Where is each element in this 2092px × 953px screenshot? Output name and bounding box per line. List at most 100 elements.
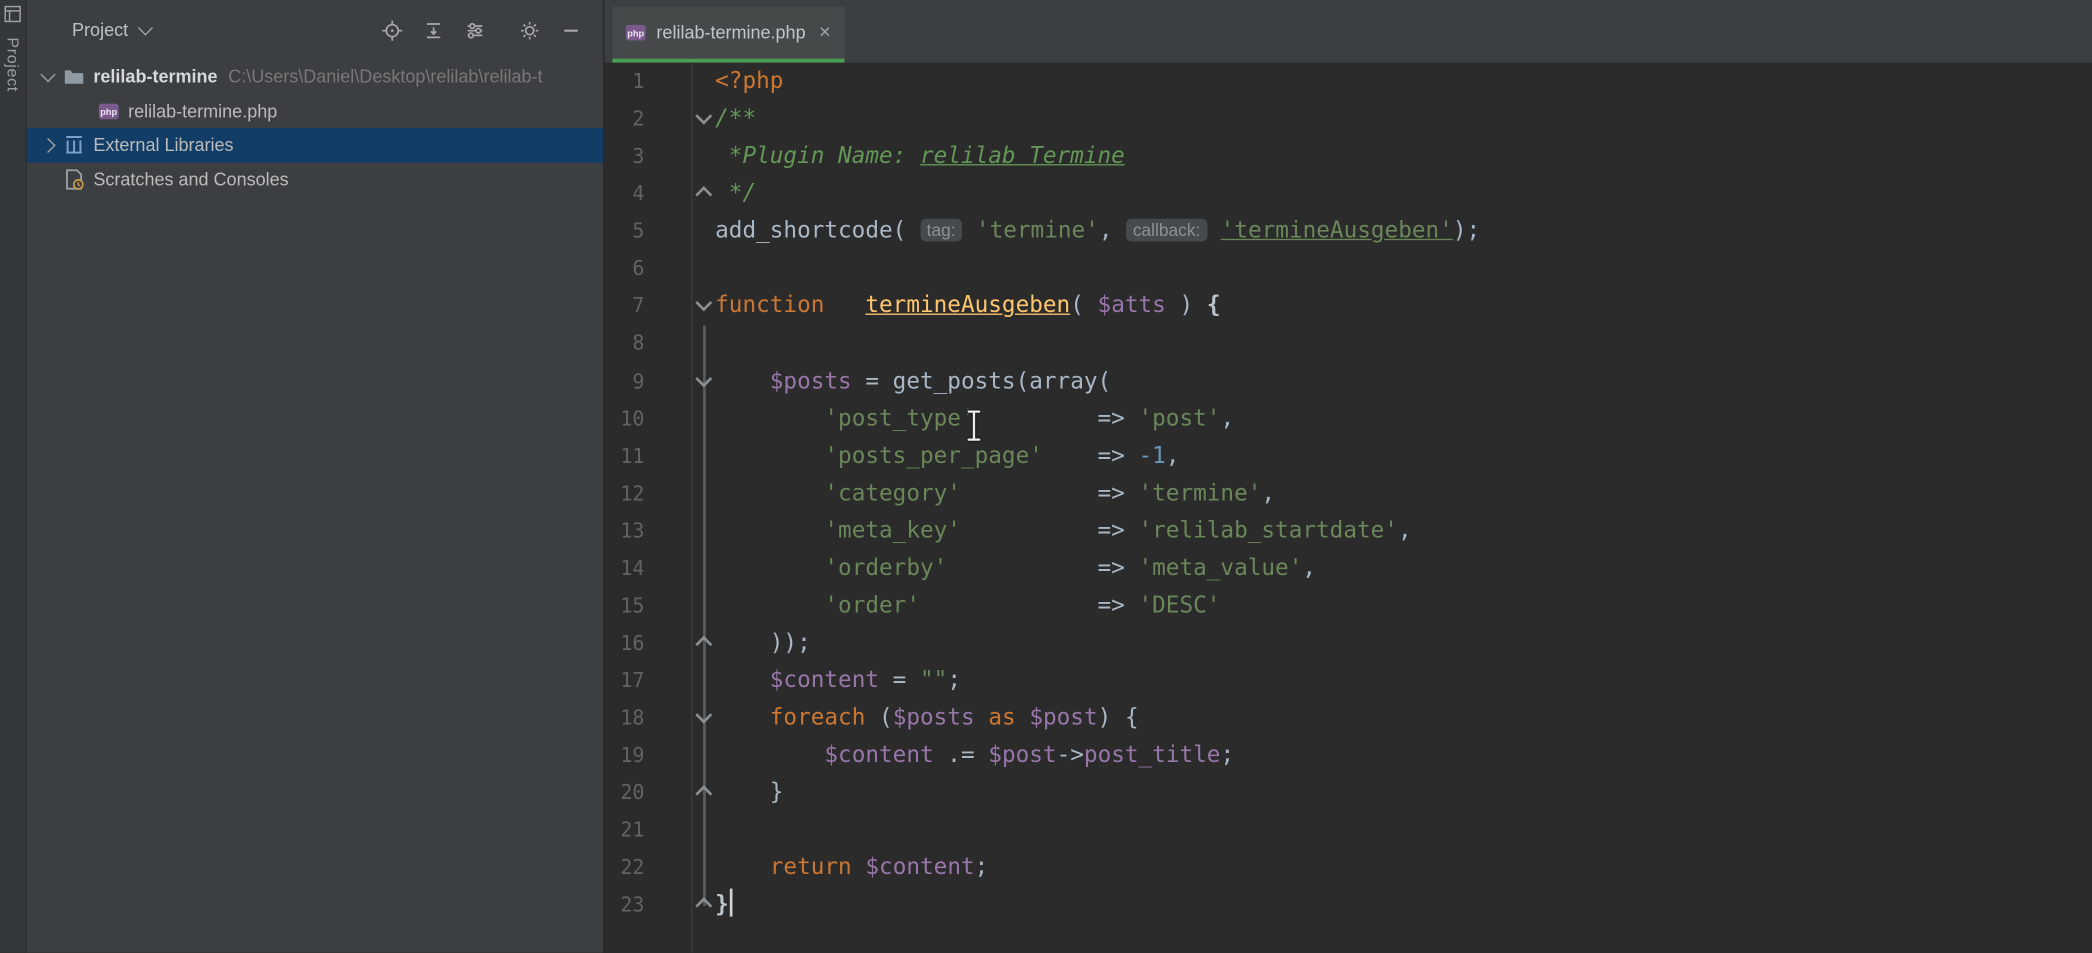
code-line: 15 'order' => 'DESC' — [604, 587, 2092, 624]
code-line: 2 /** — [604, 100, 2092, 137]
line-number[interactable]: 8 — [604, 325, 644, 362]
line-number[interactable]: 10 — [604, 400, 644, 437]
code-editor[interactable]: 1 <?php 2 /** 3 *Plugin Name: relilab Termin… — [604, 63, 2092, 953]
line-number[interactable]: 3 — [604, 138, 644, 175]
line-number[interactable]: 2 — [604, 100, 644, 137]
line-number[interactable]: 6 — [604, 250, 644, 287]
code-line: 11 'posts_per_page' => -1, — [604, 437, 2092, 474]
tool-window-stripe: Project — [0, 0, 27, 953]
code-text[interactable]: function termineAusgeben( $atts ) { — [715, 287, 1220, 324]
project-view-dropdown[interactable]: Project — [72, 20, 151, 40]
code-text[interactable]: 'meta_key' => 'relilab_startdate', — [715, 512, 1411, 549]
tree-item-label: Scratches and Consoles — [93, 169, 288, 189]
line-number[interactable]: 11 — [604, 437, 644, 474]
chevron-down-icon[interactable] — [35, 74, 62, 81]
code-line: 14 'orderby' => 'meta_value', — [604, 549, 2092, 586]
line-number[interactable]: 12 — [604, 475, 644, 512]
code-text[interactable]: foreach ($posts as $post) { — [715, 699, 1138, 736]
line-number[interactable]: 1 — [604, 63, 644, 100]
line-number[interactable]: 22 — [604, 849, 644, 886]
line-number[interactable]: 9 — [604, 362, 644, 399]
code-text[interactable]: */ — [715, 175, 756, 212]
tab-relilab-termine-php[interactable]: php relilab-termine.php × — [612, 7, 844, 63]
project-panel-header: Project — [27, 0, 603, 60]
gutter-fold-column — [644, 100, 715, 137]
code-line: 19 $content .= $post->post_title; — [604, 737, 2092, 774]
code-text[interactable]: } — [715, 886, 733, 923]
line-number[interactable]: 7 — [604, 287, 644, 324]
tree-item-path: C:\Users\Daniel\Desktop\relilab\relilab-… — [228, 67, 542, 87]
gutter-fold-column — [644, 475, 715, 512]
code-text[interactable]: 'category' => 'termine', — [715, 475, 1275, 512]
code-text[interactable]: 'posts_per_page' => -1, — [715, 437, 1179, 474]
php-file-icon: php — [624, 21, 647, 44]
line-number[interactable]: 13 — [604, 512, 644, 549]
code-line: 22 return $content; — [604, 849, 2092, 886]
line-number[interactable]: 23 — [604, 886, 644, 923]
text-caret — [730, 889, 733, 917]
fold-end-icon[interactable] — [695, 186, 712, 203]
code-text[interactable]: )); — [715, 624, 811, 661]
fold-start-icon[interactable] — [695, 295, 712, 312]
hide-panel-icon[interactable] — [560, 19, 581, 40]
scratch-icon — [61, 167, 85, 191]
code-line: 17 $content = ""; — [604, 662, 2092, 699]
line-number[interactable]: 20 — [604, 774, 644, 811]
line-number[interactable]: 16 — [604, 624, 644, 661]
collapse-all-icon[interactable] — [423, 19, 444, 40]
line-number[interactable]: 17 — [604, 662, 644, 699]
gutter-fold-column — [644, 737, 715, 774]
gutter-fold-column — [644, 774, 715, 811]
code-text[interactable]: $content = ""; — [715, 662, 961, 699]
gear-icon[interactable] — [519, 19, 540, 40]
code-text[interactable]: *Plugin Name: relilab Termine — [715, 138, 1125, 175]
code-text[interactable]: 'orderby' => 'meta_value', — [715, 549, 1316, 586]
fold-end-icon[interactable] — [695, 898, 712, 915]
fold-start-icon[interactable] — [695, 108, 712, 125]
library-icon — [61, 133, 85, 157]
gutter-fold-column — [644, 212, 715, 249]
code-line: 8 — [604, 325, 2092, 362]
line-number[interactable]: 15 — [604, 587, 644, 624]
code-text[interactable]: 'post_type' => 'post', — [715, 400, 1234, 437]
gutter-fold-column — [644, 437, 715, 474]
code-text[interactable]: 'order' => 'DESC' — [715, 587, 1220, 624]
tool-window-layout-icon[interactable] — [4, 5, 21, 29]
locate-icon[interactable] — [382, 19, 403, 40]
code-text[interactable]: return $content; — [715, 849, 988, 886]
line-number[interactable]: 14 — [604, 549, 644, 586]
gutter-fold-column — [644, 699, 715, 736]
tree-item-external-libraries[interactable]: External Libraries — [27, 128, 603, 162]
code-line: 6 — [604, 250, 2092, 287]
code-line: 12 'category' => 'termine', — [604, 475, 2092, 512]
tool-stripe-project-label[interactable]: Project — [3, 37, 22, 92]
line-number[interactable]: 4 — [604, 175, 644, 212]
close-icon[interactable]: × — [819, 23, 831, 43]
php-icon: php — [96, 99, 120, 123]
code-line: 9 $posts = get_posts(array( — [604, 362, 2092, 399]
code-text[interactable]: $posts = get_posts(array( — [715, 362, 1111, 399]
fold-end-icon[interactable] — [695, 636, 712, 653]
fold-end-icon[interactable] — [695, 786, 712, 803]
svg-text:php: php — [100, 107, 117, 117]
tree-item-scratches-and-consoles[interactable]: Scratches and Consoles — [27, 162, 603, 196]
code-text[interactable]: add_shortcode( tag: 'termine', callback:… — [715, 212, 1480, 249]
tree-item-relilab-termine-php[interactable]: phprelilab-termine.php — [27, 94, 603, 128]
code-text[interactable]: $content .= $post->post_title; — [715, 737, 1234, 774]
ide-window: Project Project relilab-termineC:\Users\… — [0, 0, 2092, 953]
settings-sliders-icon[interactable] — [464, 19, 485, 40]
code-text[interactable]: /** — [715, 100, 756, 137]
line-number[interactable]: 21 — [604, 812, 644, 849]
code-text[interactable]: } — [715, 774, 783, 811]
tree-item-relilab-termine[interactable]: relilab-termineC:\Users\Daniel\Desktop\r… — [27, 60, 603, 94]
line-number[interactable]: 18 — [604, 699, 644, 736]
line-number[interactable]: 5 — [604, 212, 644, 249]
line-number[interactable]: 19 — [604, 737, 644, 774]
code-line: 4 */ — [604, 175, 2092, 212]
gutter-fold-column — [644, 362, 715, 399]
fold-start-icon[interactable] — [695, 370, 712, 387]
fold-start-icon[interactable] — [695, 707, 712, 724]
chevron-right-icon[interactable] — [35, 140, 62, 151]
code-text[interactable]: <?php — [715, 63, 783, 100]
project-tree: relilab-termineC:\Users\Daniel\Desktop\r… — [27, 60, 603, 953]
